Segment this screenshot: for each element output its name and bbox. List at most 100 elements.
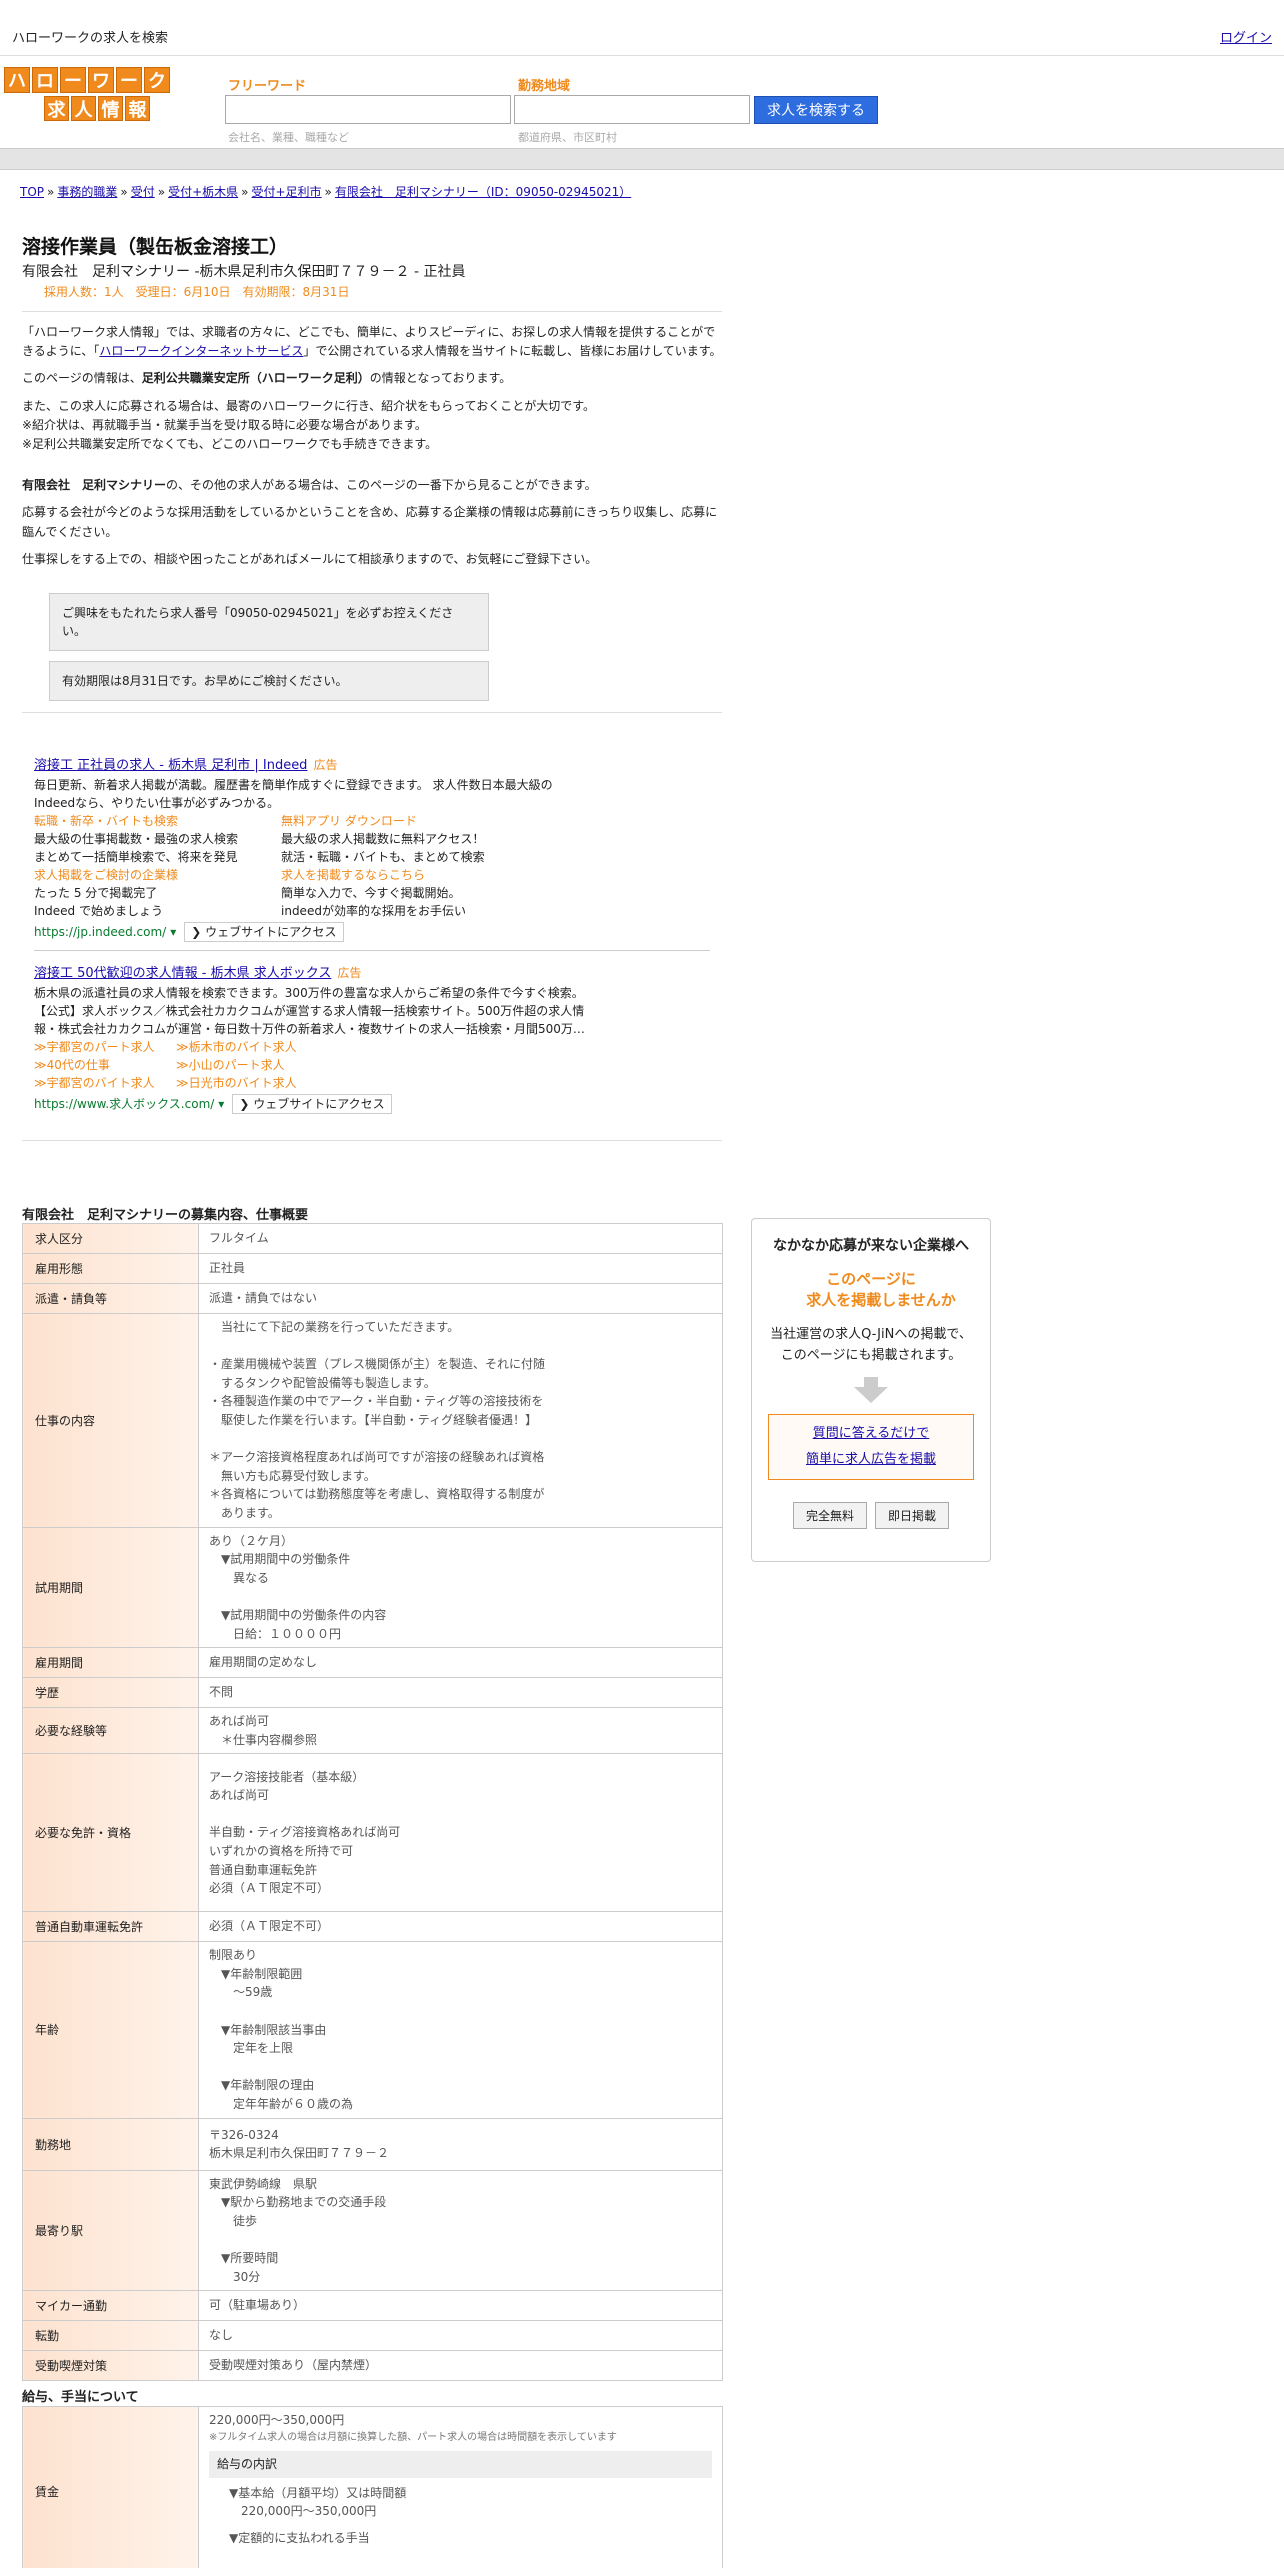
ad-indeed-title[interactable]: 溶接工 正社員の求人 - 栃木県 足利市 | Indeed bbox=[34, 758, 307, 773]
detail-label: 受動喫煙対策 bbox=[22, 2350, 199, 2382]
advertise-link-questions[interactable]: 質問に答えるだけで bbox=[769, 1421, 973, 1447]
ad-desc: 【公式】求人ボックス／株式会社カカクコムが運営する求人情報一括検索サイト。500… bbox=[34, 1003, 585, 1018]
advertise-title: なかなか応募が来ない企業様へ bbox=[773, 1238, 969, 1254]
intro-p2: このページの情報は、足利公共職業安定所（ハローワーク足利）の情報となっております… bbox=[22, 371, 512, 386]
pay-section-title: 給与、手当について bbox=[22, 2390, 139, 2405]
detail-label: 転勤 bbox=[22, 2320, 199, 2352]
ad-link[interactable]: ≫栃木市のバイト求人 bbox=[176, 1038, 376, 1056]
sitelink[interactable]: 求人掲載をご検討の企業様 たった 5 分で掲載完了 Indeed で始めましょう bbox=[34, 866, 281, 920]
logo-char: ワ bbox=[88, 67, 114, 93]
detail-value: あり（２ケ月） ▼試用期間中の労働条件 異なる ▼試用期間中の労働条件の内容 日… bbox=[198, 1526, 723, 1649]
free-button[interactable]: 完全無料 bbox=[792, 1501, 867, 1529]
detail-row: 雇用形態 正社員 bbox=[22, 1253, 723, 1284]
breadcrumb-current[interactable]: 有限会社 足利マシナリー（ID：09050-02945021） bbox=[335, 185, 631, 199]
ad-desc: 栃木県の派遣社員の求人情報を検索できます。300万件の豊富な求人からご希望の条件… bbox=[34, 985, 584, 1000]
area-input[interactable] bbox=[514, 95, 750, 124]
ad-url[interactable]: https://jp.indeed.com/ bbox=[34, 923, 166, 941]
detail-label: 雇用形態 bbox=[22, 1253, 199, 1284]
breadcrumb-category[interactable]: 事務的職業 bbox=[57, 185, 117, 199]
ad-links: ≫宇都宮のパート求人 ≫栃木市のバイト求人 ≫40代の仕事 ≫小山のパート求人 ≫宇… bbox=[34, 1038, 704, 1092]
intro-p3: また、この求人に応募される場合は、最寄のハローワークに行き、紹介状をもらっておく… bbox=[22, 398, 596, 451]
logo-char: ハ bbox=[4, 67, 30, 93]
ad-link[interactable]: ≫宇都宮のパート求人 bbox=[34, 1038, 176, 1056]
notice-deadline: 有効期限は8月31日です。お早めにご検討ください。 bbox=[49, 660, 489, 701]
company-line: 有限会社 足利マシナリー -栃木県足利市久保田町７７９－２ - 正社員 bbox=[22, 264, 466, 280]
divider bbox=[22, 311, 722, 312]
detail-value: 雇用期間の定めなし bbox=[198, 1647, 723, 1679]
sitelink[interactable]: 無料アプリ ダウンロード 最大級の求人掲載数に無料アクセス！ 就活・転職・バイトも、… bbox=[281, 812, 541, 866]
divider bbox=[22, 711, 722, 713]
detail-row: 学歴 不問 bbox=[22, 1677, 723, 1709]
breadcrumb-city[interactable]: 受付+足利市 bbox=[251, 185, 321, 199]
detail-label: 派遣・請負等 bbox=[22, 1283, 199, 1314]
intro-p1: 「ハローワーク求人情報」では、求職者の方々に、どこでも、簡単に、よりスピーディに… bbox=[22, 325, 722, 359]
pay-label: 賃金 bbox=[22, 2406, 199, 2568]
search-button[interactable]: 求人を検索する bbox=[754, 96, 878, 124]
advertise-link-easy[interactable]: 簡単に求人広告を掲載 bbox=[769, 1447, 973, 1473]
ad-kyujinbox-title[interactable]: 溶接工 50代歓迎の求人情報 - 栃木県 求人ボックス bbox=[34, 966, 331, 981]
advertise-panel: なかなか応募が来ない企業様へ このページに 求人を掲載しませんか 当社運営の求人Q… bbox=[751, 1218, 991, 1562]
hellowork-internet-link[interactable]: ハローワークインターネットサービス bbox=[99, 344, 303, 358]
visit-site-button[interactable]: ❯ ウェブサイトにアクセス bbox=[184, 921, 344, 942]
detail-value: 〒326-0324 栃木県足利市久保田町７７９－２ bbox=[198, 2117, 723, 2171]
logo-char: ロ bbox=[32, 67, 58, 93]
search-header: ハローワーク 求人情報 フリーワード 会社名、業種、職種など 勤務地域 都道府県… bbox=[0, 57, 1284, 147]
advertise-catch: このページに 求人を掲載しませんか bbox=[806, 1270, 956, 1309]
sitelink[interactable]: 転職・新卒・バイトも検索 最大級の仕事掲載数・最強の求人検索 まとめて一括簡単検索で… bbox=[34, 812, 281, 866]
intro-p6: 仕事探しをする上での、相談や困ったことがあればメールにて相談承りますので、お気軽… bbox=[22, 551, 598, 566]
detail-value: なし bbox=[198, 2320, 723, 2352]
detail-row: 派遣・請負等 派遣・請負ではない bbox=[22, 1283, 723, 1314]
pay-value: 220,000円〜350,000円 ※フルタイム求人の場合は月額に換算した額、パ… bbox=[198, 2406, 723, 2568]
detail-label: 必要な経験等 bbox=[22, 1707, 199, 1755]
detail-label: 求人区分 bbox=[22, 1223, 199, 1254]
detail-value: 受動喫煙対策あり（屋内禁煙） bbox=[198, 2350, 723, 2382]
sitelink[interactable]: 求人を掲載するならこちら 簡単な入力で、今すぐ掲載開始。 indeedが効率的な採用… bbox=[281, 866, 541, 920]
detail-value: 東武伊勢崎線 県駅 ▼駅から勤務地までの交通手段 徒歩 ▼所要時間 30分 bbox=[198, 2169, 723, 2292]
job-details-table: 求人区分 フルタイム 雇用形態 正社員 派遣・請負等 派遣・請負ではない 仕事の内容 当社に… bbox=[22, 1223, 723, 2382]
detail-row: マイカー通勤 可（駐車場あり） bbox=[22, 2290, 723, 2322]
down-arrow-icon bbox=[854, 1376, 888, 1406]
pay-breakdown-title: 給与の内訳 bbox=[209, 2451, 712, 2478]
details-section-title: 有限会社 足利マシナリーの募集内容、仕事概要 bbox=[22, 1208, 309, 1223]
detail-row: 仕事の内容 当社にて下記の業務を行っていただきます。 ・産業用機械や装置（プレス… bbox=[22, 1313, 723, 1528]
freeword-input[interactable] bbox=[225, 95, 511, 124]
breadcrumb-pref[interactable]: 受付+栃木県 bbox=[168, 185, 238, 199]
area-label: 勤務地域 bbox=[518, 79, 571, 94]
ad-tag: 広告 bbox=[313, 758, 338, 772]
advertise-desc: 当社運営の求人Q-JiNへの掲載で、 このページにも掲載されます。 bbox=[770, 1327, 972, 1363]
detail-label: 必要な免許・資格 bbox=[22, 1753, 199, 1913]
detail-row: 必要な免許・資格 アーク溶接技能者（基本級） あれば尚可 半自動・ティグ溶接資格あ… bbox=[22, 1753, 723, 1913]
detail-label: 試用期間 bbox=[22, 1526, 199, 1649]
detail-row: 試用期間 あり（２ケ月） ▼試用期間中の労働条件 異なる ▼試用期間中の労働条件の… bbox=[22, 1526, 723, 1649]
detail-value: 可（駐車場あり） bbox=[198, 2290, 723, 2322]
logo-char: 人 bbox=[71, 96, 96, 121]
ad-sitelinks: 転職・新卒・バイトも検索 最大級の仕事掲載数・最強の求人検索 まとめて一括簡単検索で… bbox=[34, 812, 704, 920]
detail-row: 受動喫煙対策 受動喫煙対策あり（屋内禁煙） bbox=[22, 2350, 723, 2382]
detail-value: 必須（ＡＴ限定不可） bbox=[198, 1911, 723, 1943]
detail-row: 必要な経験等 あれば尚可 ＊仕事内容欄参照 bbox=[22, 1707, 723, 1755]
area-hint: 都道府県、市区町村 bbox=[518, 131, 617, 144]
ad-link[interactable]: ≫宇都宮のバイト求人 bbox=[34, 1074, 176, 1092]
ad-link[interactable]: ≫日光市のバイト求人 bbox=[176, 1074, 376, 1092]
detail-row: 勤務地 〒326-0324 栃木県足利市久保田町７７９－２ bbox=[22, 2117, 723, 2171]
detail-row: 求人区分 フルタイム bbox=[22, 1223, 723, 1254]
same-day-button[interactable]: 即日掲載 bbox=[875, 1501, 950, 1529]
ad-link[interactable]: ≫40代の仕事 bbox=[34, 1056, 176, 1074]
detail-row: 普通自動車運転免許 必須（ＡＴ限定不可） bbox=[22, 1911, 723, 1943]
ad-url[interactable]: https://www.求人ボックス.com/ bbox=[34, 1095, 214, 1113]
ad-link[interactable]: ≫小山のパート求人 bbox=[176, 1056, 376, 1074]
detail-label: 学歴 bbox=[22, 1677, 199, 1709]
detail-label: 仕事の内容 bbox=[22, 1313, 199, 1528]
ad-tag: 広告 bbox=[337, 966, 362, 980]
breadcrumb-job[interactable]: 受付 bbox=[131, 185, 155, 199]
detail-row: 年齢 制限あり ▼年齢制限範囲 〜59歳 ▼年齢制限該当事由 定年を上限 ▼年齢制… bbox=[22, 1941, 723, 2119]
divider bbox=[34, 950, 710, 951]
hellowork-logo[interactable]: ハローワーク 求人情報 bbox=[4, 67, 180, 125]
detail-value: アーク溶接技能者（基本級） あれば尚可 半自動・ティグ溶接資格あれば尚可 いずれ… bbox=[198, 1753, 723, 1913]
breadcrumb-top[interactable]: TOP bbox=[20, 185, 44, 199]
detail-value: 制限あり ▼年齢制限範囲 〜59歳 ▼年齢制限該当事由 定年を上限 ▼年齢制限の… bbox=[198, 1941, 723, 2119]
detail-value: 当社にて下記の業務を行っていただきます。 ・産業用機械や装置（プレス機関係が主）… bbox=[198, 1313, 723, 1528]
site-title: ハローワークの求人を検索 bbox=[12, 31, 169, 46]
visit-site-button[interactable]: ❯ ウェブサイトにアクセス bbox=[232, 1093, 392, 1114]
login-link[interactable]: ログイン bbox=[1220, 27, 1272, 46]
